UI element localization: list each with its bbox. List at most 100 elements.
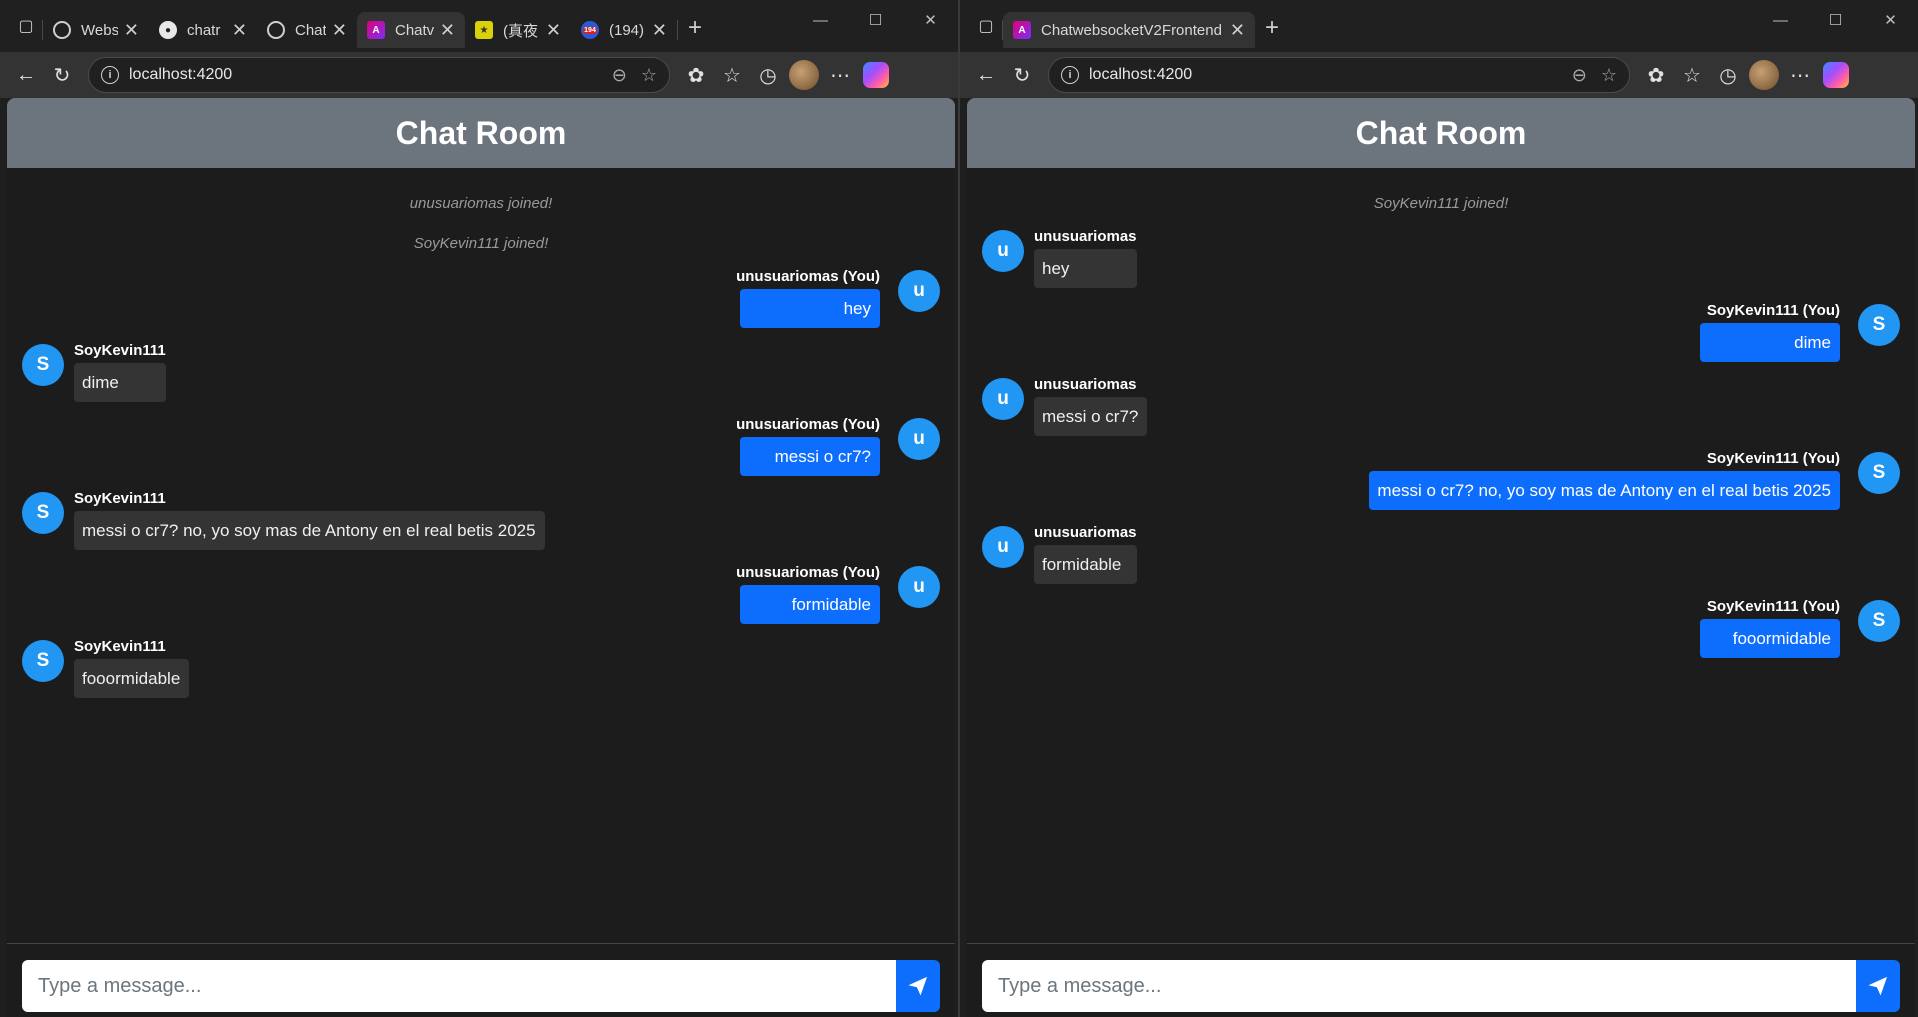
message-bubble: hey <box>1034 249 1137 288</box>
new-tab-icon[interactable]: + <box>688 14 702 42</box>
copilot-icon[interactable] <box>858 57 894 93</box>
message-bubble: fooormidable <box>74 659 190 698</box>
avatar: S <box>1858 600 1900 642</box>
address-url[interactable]: localhost:4200 <box>1089 66 1558 84</box>
chat-header: Chat Room <box>7 98 955 168</box>
tab-actions-icon[interactable]: ▢ <box>970 10 1002 42</box>
notification-icon: 194 <box>581 21 599 39</box>
close-icon[interactable]: ✕ <box>1230 20 1245 41</box>
chat-page: Chat Room SoyKevin111 joined! u unusuari… <box>967 98 1915 1017</box>
maximize-icon[interactable]: ☐ <box>1808 0 1863 40</box>
close-icon[interactable]: ✕ <box>440 20 455 41</box>
send-button[interactable] <box>896 960 940 1012</box>
window-controls: — ☐ ✕ <box>793 0 958 40</box>
message-bubble: messi o cr7? <box>1034 397 1148 436</box>
tab-websockets[interactable]: Webs ✕ <box>43 12 149 48</box>
github-icon: ● <box>159 21 177 39</box>
avatar: u <box>898 418 940 460</box>
close-icon[interactable]: ✕ <box>546 20 561 41</box>
message-sender: unusuariomas <box>1034 376 1137 393</box>
site-info-icon[interactable]: i <box>101 66 119 84</box>
tab-title: ChatwebsocketV2Frontend <box>1041 21 1222 39</box>
favorites-icon[interactable]: ☆ <box>714 57 750 93</box>
favorite-star-icon[interactable]: ☆ <box>641 65 657 86</box>
new-tab-icon[interactable]: + <box>1265 14 1279 42</box>
address-bar[interactable]: i localhost:4200 ⊖ ☆ <box>1048 57 1630 93</box>
minimize-icon[interactable]: — <box>793 0 848 40</box>
chat-title: Chat Room <box>1355 114 1527 151</box>
chat-message: u unusuariomas messi o cr7? <box>982 376 1900 436</box>
avatar: S <box>22 640 64 682</box>
tab-other[interactable]: ★ (真夜 ✕ <box>465 12 571 48</box>
avatar: u <box>898 566 940 608</box>
favorites-icon[interactable]: ☆ <box>1674 57 1710 93</box>
message-sender: SoyKevin111 <box>74 342 166 359</box>
messages-panel[interactable]: unusuariomas joined! SoyKevin111 joined!… <box>7 168 955 943</box>
maximize-icon[interactable]: ☐ <box>848 0 903 40</box>
message-sender: SoyKevin111 <box>74 638 166 655</box>
message-bubble: messi o cr7? <box>740 437 880 476</box>
chat-title: Chat Room <box>395 114 567 151</box>
close-icon[interactable]: ✕ <box>124 20 139 41</box>
more-menu-icon[interactable]: ⋯ <box>1782 57 1818 93</box>
address-url[interactable]: localhost:4200 <box>129 66 598 84</box>
extensions-icon[interactable]: ✿ <box>1638 57 1674 93</box>
address-bar[interactable]: i localhost:4200 ⊖ ☆ <box>88 57 670 93</box>
system-message: SoyKevin111 joined! <box>1373 195 1509 212</box>
navigation-bar: ← ↻ i localhost:4200 ⊖ ☆ ✿ ☆ ◷ ⋯ <box>0 52 958 98</box>
extensions-icon[interactable]: ✿ <box>678 57 714 93</box>
favorite-star-icon[interactable]: ☆ <box>1601 65 1617 86</box>
message-sender: SoyKevin111 <box>74 490 166 507</box>
tab-github[interactable]: ● chatr ✕ <box>149 12 257 48</box>
back-arrow-icon[interactable]: ← <box>968 57 1004 93</box>
close-icon[interactable]: ✕ <box>652 20 667 41</box>
chat-header: Chat Room <box>967 98 1915 168</box>
chat-message: SoyKevin111 (You) fooormidable S <box>982 598 1900 658</box>
browser-window-right: ▢ A ChatwebsocketV2Frontend ✕ + — ☐ ✕ ← … <box>958 0 1918 1017</box>
refresh-icon[interactable]: ↻ <box>44 57 80 93</box>
avatar: S <box>22 492 64 534</box>
message-bubble: hey <box>740 289 880 328</box>
avatar: u <box>982 526 1024 568</box>
profile-avatar[interactable] <box>786 57 822 93</box>
avatar: u <box>982 378 1024 420</box>
message-input[interactable] <box>22 960 896 1012</box>
site-info-icon[interactable]: i <box>1061 66 1079 84</box>
chat-message: unusuariomas (You) messi o cr7? u <box>22 416 940 476</box>
minimize-icon[interactable]: — <box>1753 0 1808 40</box>
tab-strip: ▢ Webs ✕ ● chatr ✕ Chat ✕ A Chatv ✕ ★ (真… <box>0 0 958 52</box>
chat-message: u unusuariomas hey <box>982 228 1900 288</box>
zoom-out-icon[interactable]: ⊖ <box>1572 65 1587 86</box>
history-icon[interactable]: ◷ <box>750 57 786 93</box>
send-button[interactable] <box>1856 960 1900 1012</box>
copilot-icon[interactable] <box>1818 57 1854 93</box>
close-icon[interactable]: ✕ <box>332 20 347 41</box>
message-bubble: messi o cr7? no, yo soy mas de Antony en… <box>74 511 545 550</box>
chat-message: S SoyKevin111 messi o cr7? no, yo soy mas… <box>22 490 940 550</box>
profile-avatar[interactable] <box>1746 57 1782 93</box>
close-icon[interactable]: ✕ <box>232 20 247 41</box>
back-arrow-icon[interactable]: ← <box>8 57 44 93</box>
message-bubble: dime <box>74 363 166 402</box>
system-message: unusuariomas joined! <box>409 195 553 212</box>
message-sender: SoyKevin111 (You) <box>1706 598 1840 615</box>
openai-icon <box>53 21 71 39</box>
more-menu-icon[interactable]: ⋯ <box>822 57 858 93</box>
tab-actions-icon[interactable]: ▢ <box>10 10 42 42</box>
tab-notifications[interactable]: 194 (194) ✕ <box>571 12 677 48</box>
tab-chatwebsocket[interactable]: A Chatv ✕ <box>357 12 465 48</box>
close-window-icon[interactable]: ✕ <box>903 0 958 40</box>
message-bubble: formidable <box>740 585 880 624</box>
message-sender: SoyKevin111 (You) <box>1706 302 1840 319</box>
zoom-out-icon[interactable]: ⊖ <box>612 65 627 86</box>
star-icon: ★ <box>475 21 493 39</box>
history-icon[interactable]: ◷ <box>1710 57 1746 93</box>
refresh-icon[interactable]: ↻ <box>1004 57 1040 93</box>
message-input[interactable] <box>982 960 1856 1012</box>
chat-message: unusuariomas (You) formidable u <box>22 564 940 624</box>
messages-panel[interactable]: SoyKevin111 joined! u unusuariomas hey So… <box>967 168 1915 943</box>
close-window-icon[interactable]: ✕ <box>1863 0 1918 40</box>
tab-chatgpt[interactable]: Chat ✕ <box>257 12 357 48</box>
tab-chatwebsocket[interactable]: A ChatwebsocketV2Frontend ✕ <box>1003 12 1255 48</box>
tab-title: chatr <box>187 21 221 39</box>
